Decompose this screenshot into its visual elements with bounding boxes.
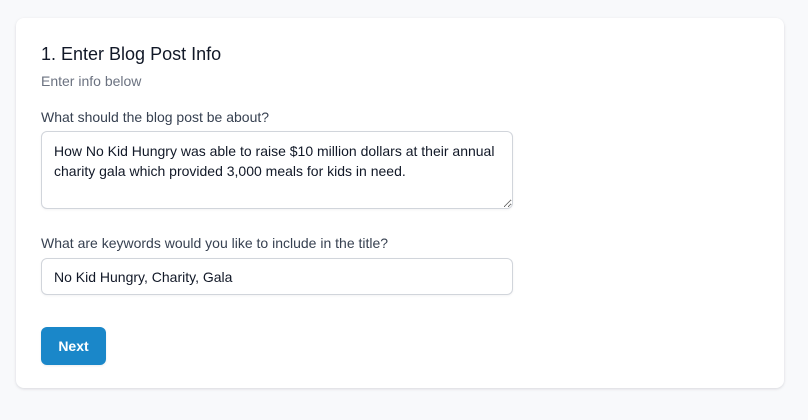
keywords-label: What are keywords would you like to incl… [41, 235, 389, 251]
keywords-input[interactable] [41, 258, 513, 295]
about-label: What should the blog post be about? [41, 109, 270, 125]
step-subtitle: Enter info below [41, 73, 142, 89]
about-textarea[interactable]: How No Kid Hungry was able to raise $10 … [41, 131, 513, 209]
next-button[interactable]: Next [41, 327, 106, 365]
blog-post-info-card: 1. Enter Blog Post Info Enter info below… [16, 18, 784, 388]
step-title: 1. Enter Blog Post Info [41, 44, 222, 64]
